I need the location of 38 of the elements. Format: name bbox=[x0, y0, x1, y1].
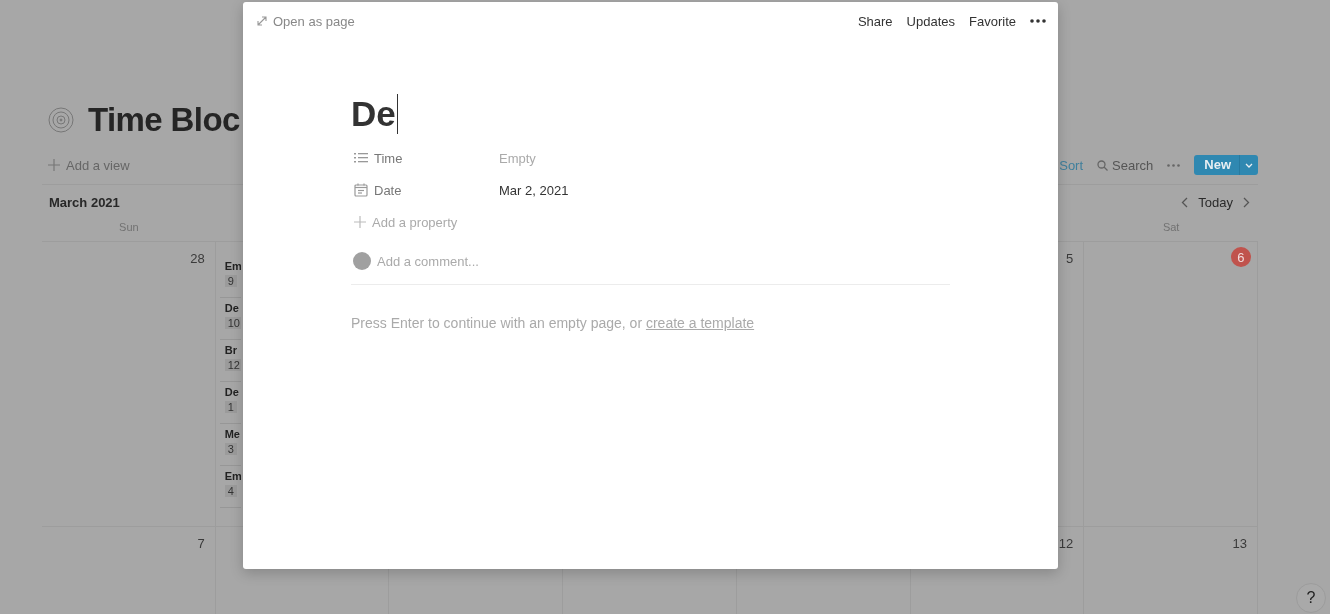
header-action-button[interactable]: Share bbox=[857, 13, 893, 29]
day-number: 12 bbox=[1058, 534, 1074, 552]
event-card[interactable]: Br 12 bbox=[219, 340, 241, 382]
header-action-button[interactable]: Updates bbox=[906, 13, 956, 29]
plus-icon bbox=[48, 159, 60, 171]
day-number: 5 bbox=[1066, 249, 1074, 267]
page-title-input[interactable]: De bbox=[351, 94, 396, 134]
property-label[interactable]: Time bbox=[374, 150, 403, 166]
day-number: 7 bbox=[197, 534, 205, 552]
today-date-badge: 6 bbox=[1231, 247, 1251, 267]
plus-icon bbox=[354, 216, 366, 228]
today-button[interactable]: Today bbox=[1198, 194, 1233, 210]
avatar bbox=[353, 252, 371, 270]
chevron-left-icon[interactable] bbox=[1181, 196, 1189, 208]
event-card[interactable]: De 1 bbox=[219, 382, 241, 424]
month-label: March 2021 bbox=[48, 194, 120, 210]
property-label[interactable]: Date bbox=[374, 182, 402, 198]
chevron-down-icon bbox=[1245, 162, 1253, 168]
event-card[interactable]: Em 4 bbox=[219, 466, 241, 508]
help-button[interactable]: ? bbox=[1296, 583, 1326, 613]
event-card[interactable]: Me 3 bbox=[219, 424, 241, 466]
day-number: 13 bbox=[1232, 534, 1247, 552]
property-value[interactable]: Mar 2, 2021 bbox=[499, 182, 569, 198]
empty-page-hint: Press Enter to continue with an empty page, or create a template bbox=[351, 315, 756, 331]
day-number: 28 bbox=[190, 249, 205, 267]
calendar-icon bbox=[354, 183, 368, 197]
target-icon bbox=[48, 107, 74, 133]
new-button[interactable]: New bbox=[1194, 155, 1258, 175]
event-card[interactable]: De 10 bbox=[219, 298, 241, 340]
search-icon bbox=[1097, 159, 1109, 171]
header-action-button[interactable]: Favorite bbox=[969, 13, 1016, 29]
event-card[interactable]: Em 9 bbox=[219, 256, 241, 298]
chevron-right-icon[interactable] bbox=[1243, 196, 1250, 208]
more-icon[interactable] bbox=[1030, 19, 1046, 23]
open-as-page-button[interactable]: Open as page bbox=[257, 13, 355, 29]
list-icon bbox=[354, 152, 368, 164]
page-title: Time Bloc bbox=[88, 101, 240, 139]
expand-icon bbox=[257, 16, 267, 26]
